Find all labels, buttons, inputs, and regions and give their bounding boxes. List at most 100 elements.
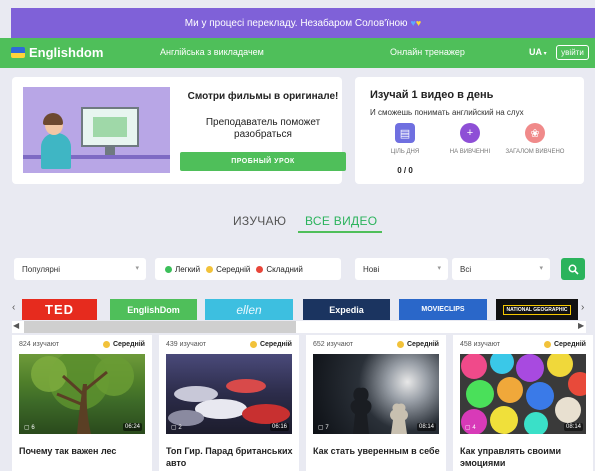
promo-card: Смотри фильмы в оригинале! Преподаватель… (12, 77, 346, 184)
daily-goal-subtitle: И сможешь понимать английский на слух (370, 108, 524, 117)
sort-select[interactable]: Популярні ▾ (14, 258, 146, 280)
ukraine-flag-icon (11, 47, 25, 58)
category-select[interactable]: Всі ▾ (452, 258, 550, 280)
video-card[interactable]: 458 изучают Середній ▢ 4 08:14 Как управ… (453, 335, 593, 471)
video-duration: 06:24 (122, 423, 142, 431)
level-hard[interactable]: Складний (256, 265, 303, 274)
video-card[interactable]: 439 изучают Середній ▢ 2 06:16 Топ Гир. … (159, 335, 299, 471)
teacher-illustration (23, 87, 170, 173)
subtitles-count-value: 2 (178, 425, 182, 431)
video-tabs: ИЗУЧАЮ ВСЕ ВИДЕО (0, 214, 595, 234)
level-badge-label: Середній (259, 341, 292, 348)
brand-movieclips[interactable]: MOVIECLIPS (399, 299, 487, 320)
daily-goal-title: Изучай 1 видео в день (370, 89, 494, 101)
level-easy-label: Легкий (175, 264, 201, 274)
chevron-down-icon: ▾ (539, 265, 543, 272)
level-badge-label: Середній (406, 341, 439, 348)
stat-learned-label: ЗАГАЛОМ ВИВЧЕНО (505, 149, 565, 155)
subtitles-count-value: 4 (472, 425, 476, 431)
scroll-right-icon[interactable]: ▶ (578, 321, 584, 330)
language-selector[interactable]: UA ▾ (529, 47, 547, 57)
video-thumbnail[interactable]: ▢ 2 06:16 (166, 354, 292, 434)
brand-englishdom[interactable]: EnglishDom (110, 299, 197, 320)
level-badge: Середній (249, 341, 292, 348)
video-title[interactable]: Как управлять своими эмоциями (460, 445, 588, 469)
video-card[interactable]: 652 изучают Середній ▢ 7 08:14 Как стать… (306, 335, 446, 471)
video-thumbnail[interactable]: ▢ 6 06:24 (19, 354, 145, 434)
video-thumbnail[interactable]: ▢ 4 08:14 (460, 354, 586, 434)
video-title[interactable]: Почему так важен лес (19, 445, 147, 457)
banner-text: Ми у процесі перекладу. Незабаром Солов'… (184, 17, 408, 29)
nav-link-trainer[interactable]: Онлайн тренажер (390, 47, 465, 57)
active-tab-underline (298, 231, 382, 233)
level-easy[interactable]: Легкий (165, 265, 200, 274)
translation-banner: Ми у процесі перекладу. Незабаром Солов'… (11, 8, 595, 38)
nav-link-teacher[interactable]: Англійська з викладачем (160, 47, 264, 57)
period-select-value: Нові (363, 264, 380, 274)
logo-text: Englishdom (29, 45, 104, 60)
learners-count: 458 изучают (460, 341, 501, 348)
subtitles-count: ▢ 6 (24, 425, 35, 431)
video-thumbnail[interactable]: ▢ 7 08:14 (313, 354, 439, 434)
brand-national-geographic-label: NATIONAL GEOGRAPHIC (502, 304, 572, 315)
level-medium-label: Середній (216, 264, 251, 274)
top-nav: Englishdom Англійська з викладачем Онлай… (0, 38, 595, 68)
sort-select-value: Популярні (22, 264, 60, 274)
carousel-next-icon[interactable]: › (581, 302, 584, 313)
stat-day-goal-label: ЦІЛЬ ДНЯ (390, 149, 420, 155)
learners-count: 652 изучают (313, 341, 354, 348)
video-duration: 06:16 (269, 423, 289, 431)
video-title[interactable]: Топ Гир. Парад британських авто (166, 445, 294, 469)
search-icon (568, 264, 579, 275)
tab-learning[interactable]: ИЗУЧАЮ (233, 214, 286, 228)
level-medium[interactable]: Середній (206, 265, 250, 274)
subtitles-count: ▢ 4 (465, 425, 476, 431)
carousel-prev-icon[interactable]: ‹ (12, 302, 15, 313)
brand-ted[interactable]: TED (22, 299, 97, 320)
level-badge: Середній (543, 341, 586, 348)
level-badge-label: Середній (553, 341, 586, 348)
chevron-down-icon: ▾ (542, 51, 547, 57)
stat-learning-label: НА ВИВЧЕННІ (449, 149, 491, 155)
scroll-left-icon[interactable]: ◀ (13, 321, 19, 330)
chevron-down-icon: ▾ (437, 265, 441, 272)
video-duration: 08:14 (416, 423, 436, 431)
search-button[interactable] (561, 258, 585, 280)
level-badge-label: Середній (112, 341, 145, 348)
login-button[interactable]: увійти (556, 45, 589, 60)
chevron-down-icon: ▾ (135, 265, 139, 272)
video-card[interactable]: 824 изучают Середній ▢ 6 06:24 Почему та… (12, 335, 152, 471)
subtitles-count-value: 6 (31, 425, 35, 431)
category-select-value: Всі (460, 264, 472, 274)
level-hard-label: Складний (266, 264, 303, 274)
learners-count: 824 изучают (19, 341, 60, 348)
day-goal-score: 0 / 0 (397, 166, 413, 175)
brain-icon: ❀ (525, 123, 545, 143)
heart-icons: ♥♥ (410, 18, 422, 28)
brand-ellen[interactable]: ellen (205, 299, 293, 320)
video-title[interactable]: Как стать уверенным в себе (313, 445, 441, 457)
filter-bar: Популярні ▾ Легкий Середній Складний Нов… (0, 258, 595, 280)
level-badge: Середній (102, 341, 145, 348)
plus-icon: + (460, 123, 480, 143)
stat-day-goal: ▤ ЦІЛЬ ДНЯ (370, 123, 440, 155)
stat-learned: ❀ ЗАГАЛОМ ВИВЧЕНО (500, 123, 570, 155)
learners-count: 439 изучают (166, 341, 207, 348)
level-filter: Легкий Середній Складний (155, 258, 341, 280)
stat-learning: + НА ВИВЧЕННІ (435, 123, 505, 155)
trial-lesson-button[interactable]: ПРОБНЫЙ УРОК (180, 152, 346, 171)
subtitles-count: ▢ 2 (171, 425, 182, 431)
promo-title: Смотри фильмы в оригинале! (187, 91, 339, 102)
carousel-scrollbar-thumb[interactable] (24, 321, 296, 333)
language-label: UA (529, 47, 542, 57)
period-select[interactable]: Нові ▾ (355, 258, 448, 280)
brand-national-geographic[interactable]: NATIONAL GEOGRAPHIC (496, 299, 578, 320)
logo[interactable]: Englishdom (11, 45, 103, 60)
target-icon: ▤ (395, 123, 415, 143)
level-badge: Середній (396, 341, 439, 348)
tab-all-videos[interactable]: ВСЕ ВИДЕО (305, 214, 377, 228)
video-duration: 08:14 (563, 423, 583, 431)
promo-subtitle: Преподаватель поможет разобраться (205, 117, 321, 140)
subtitles-count-value: 7 (325, 425, 329, 431)
brand-expedia[interactable]: Expedia (303, 299, 390, 320)
